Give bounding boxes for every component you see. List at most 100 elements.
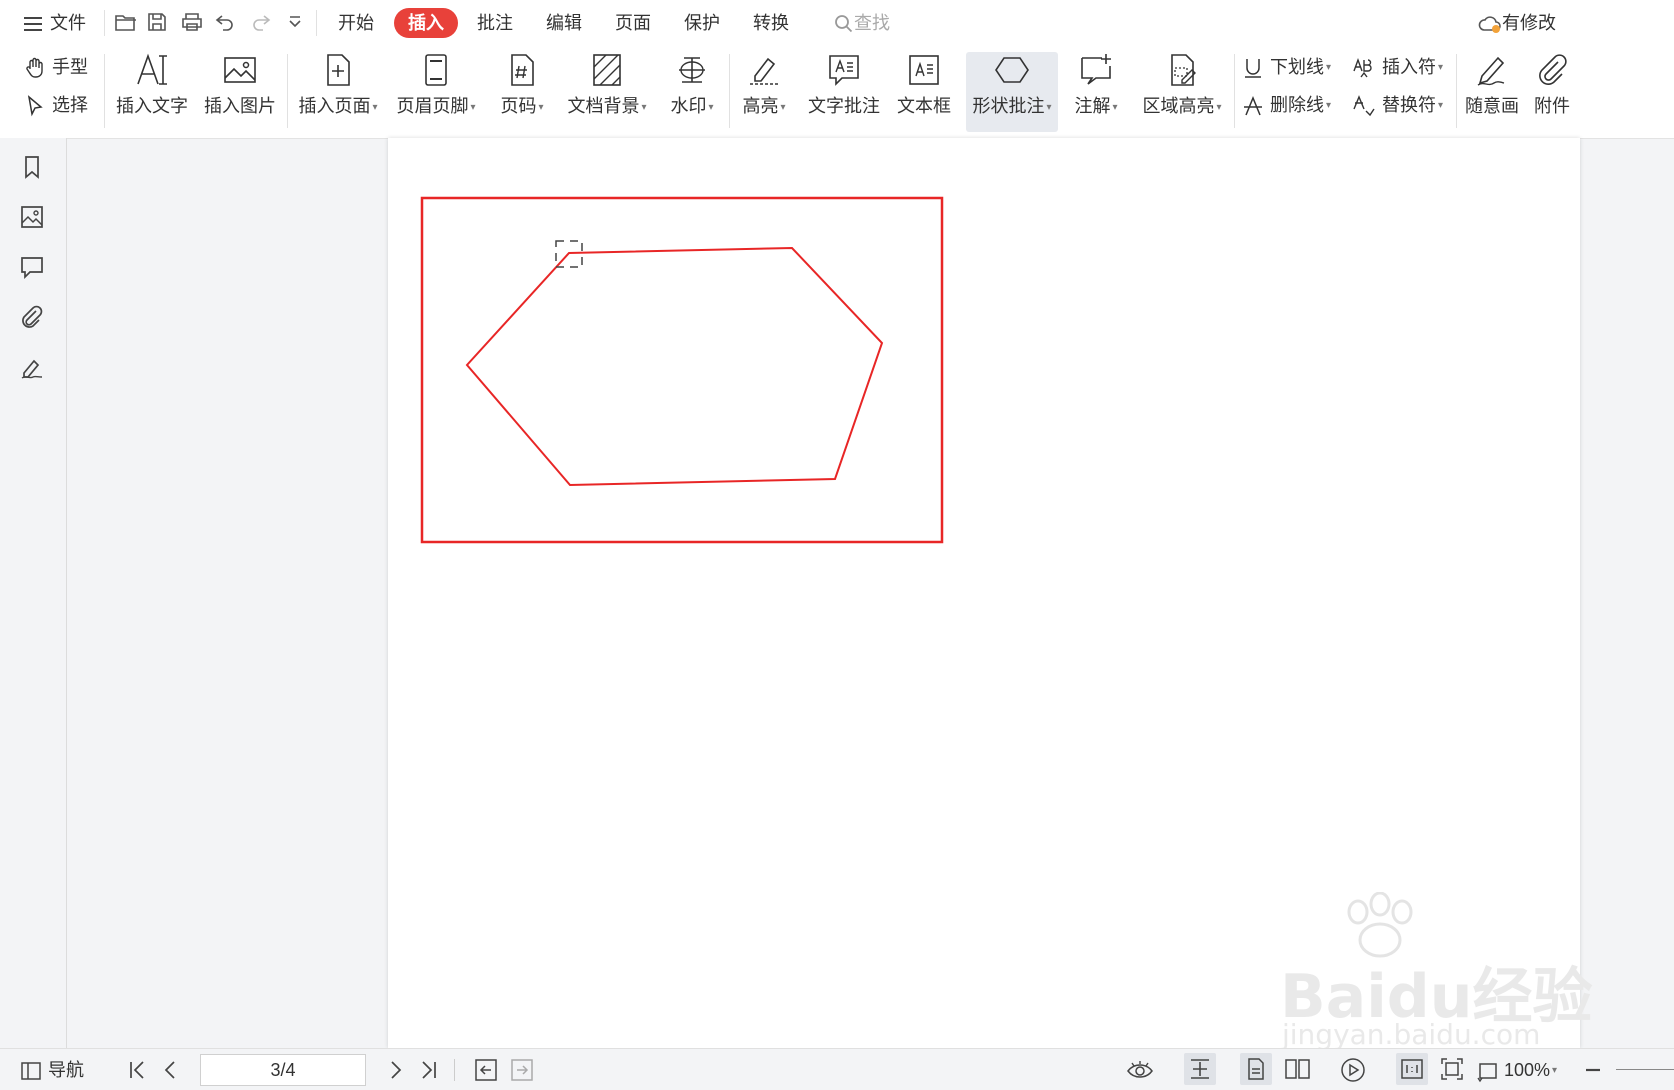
tab-page[interactable]: 页面 — [615, 8, 651, 38]
note-icon — [1081, 54, 1111, 85]
dropdown-caret-icon: ▾ — [1216, 101, 1222, 113]
nav-label: 导航 — [48, 1060, 84, 1080]
annotation-button[interactable]: 注解 ▾ — [1070, 52, 1122, 132]
dropdown-caret-icon: ▾ — [1552, 1065, 1558, 1077]
separator — [287, 54, 288, 128]
dropdown-caret-icon: ▾ — [708, 101, 714, 113]
insert-text-button[interactable]: 插入文字 — [116, 52, 188, 132]
signature-icon[interactable] — [18, 353, 46, 381]
strikethrough-label: 删除线 — [1270, 95, 1324, 115]
redo-icon[interactable] — [250, 11, 272, 33]
document-page[interactable] — [388, 138, 1580, 1048]
highlighter-icon — [750, 57, 778, 85]
nav-toggle[interactable]: 导航 — [20, 1056, 84, 1084]
doc-background-button[interactable]: 文档背景 ▾ — [564, 52, 650, 132]
rotate-icon — [1477, 1063, 1497, 1083]
separator — [104, 54, 105, 128]
underline-icon — [1245, 59, 1261, 78]
last-page-icon[interactable] — [418, 1059, 440, 1081]
file-menu[interactable]: 文件 — [22, 8, 86, 38]
previous-page-icon[interactable] — [160, 1059, 182, 1081]
dropdown-caret-icon: ▾ — [538, 101, 544, 113]
search-box[interactable]: 查找 — [834, 8, 890, 38]
insert-image-button[interactable]: 插入图片 — [204, 52, 276, 132]
page-number-button[interactable]: 页码 ▾ — [496, 52, 548, 132]
page-number-input[interactable]: 3/4 — [200, 1054, 366, 1086]
tab-comment[interactable]: 批注 — [477, 8, 513, 38]
text-comment-icon — [829, 55, 859, 86]
cloud-status[interactable]: 有修改 — [1478, 8, 1556, 38]
shape-comment-button[interactable]: 形状批注 ▾ — [966, 52, 1058, 132]
area-highlight-label: 区域高亮 — [1142, 96, 1215, 116]
replace-symbol-button[interactable]: 替换符 ▾ — [1352, 90, 1443, 120]
bookmark-icon[interactable] — [18, 153, 46, 181]
background-icon — [593, 54, 621, 86]
tab-protect[interactable]: 保护 — [684, 8, 720, 38]
text-comment-label: 文字批注 — [808, 96, 880, 116]
left-sidebar — [0, 138, 67, 1048]
save-icon[interactable] — [146, 11, 168, 33]
tab-edit[interactable]: 编辑 — [546, 8, 582, 38]
zoom-control[interactable]: 100% ▾ — [1476, 1056, 1557, 1084]
doc-background-label: 文档背景 — [567, 96, 640, 116]
hand-icon — [26, 58, 43, 78]
dropdown-caret-icon: ▾ — [1326, 62, 1332, 74]
highlight-button[interactable]: 高亮 ▾ — [738, 52, 790, 132]
tab-insert[interactable]: 插入 — [394, 8, 458, 38]
pointer-icon — [27, 95, 43, 117]
status-bar: 导航 3/4 100% ▾ — [0, 1048, 1674, 1090]
back-view-icon[interactable] — [474, 1058, 498, 1082]
text-box-button[interactable]: 文本框 — [896, 52, 952, 132]
insert-symbol-button[interactable]: 插入符 ▾ — [1352, 52, 1443, 82]
freehand-label: 随意画 — [1465, 96, 1519, 116]
insert-symbol-label: 插入符 — [1382, 57, 1436, 77]
annotation-label: 注解 — [1074, 96, 1111, 116]
underline-label: 下划线 — [1270, 57, 1324, 77]
text-comment-button[interactable]: 文字批注 — [808, 52, 880, 132]
open-folder-icon[interactable] — [114, 11, 138, 33]
page-number-label: 页码 — [500, 96, 537, 116]
area-highlight-button[interactable]: 区域高亮 ▾ — [1140, 52, 1224, 132]
annotation-layer — [420, 196, 944, 544]
select-tool-button[interactable]: 选择 — [24, 90, 88, 120]
underline-button[interactable]: 下划线 ▾ — [1242, 52, 1331, 82]
header-footer-button[interactable]: 页眉页脚 ▾ — [394, 52, 478, 132]
separator — [1234, 54, 1235, 128]
forward-view-icon[interactable] — [510, 1058, 534, 1082]
undo-icon[interactable] — [214, 11, 236, 33]
hamburger-icon — [24, 17, 42, 32]
insert-symbol-icon — [1353, 58, 1372, 78]
hand-tool-button[interactable]: 手型 — [24, 52, 88, 82]
first-page-icon[interactable] — [126, 1059, 148, 1081]
eye-protection-icon[interactable] — [1126, 1058, 1154, 1082]
attachment-button[interactable]: 附件 — [1532, 52, 1572, 132]
attachment-panel-icon[interactable] — [18, 303, 46, 331]
text-box-label: 文本框 — [897, 96, 951, 116]
watermark-button[interactable]: 水印 ▾ — [666, 52, 718, 132]
insert-page-button[interactable]: 插入页面 ▾ — [296, 52, 380, 132]
thumbnail-icon[interactable] — [18, 203, 46, 231]
comment-icon[interactable] — [18, 253, 46, 281]
hexagon-annotation[interactable] — [465, 246, 884, 487]
freehand-button[interactable]: 随意画 — [1462, 52, 1522, 132]
tab-convert[interactable]: 转换 — [753, 8, 789, 38]
replace-symbol-icon — [1353, 95, 1375, 117]
insert-image-label: 插入图片 — [204, 96, 276, 116]
fit-page-icon[interactable] — [1440, 1057, 1464, 1081]
search-placeholder: 查找 — [854, 13, 890, 33]
zoom-slider[interactable] — [1616, 1069, 1674, 1070]
tab-start[interactable]: 开始 — [338, 8, 374, 38]
zoom-out-icon[interactable] — [1582, 1059, 1604, 1081]
next-page-icon[interactable] — [384, 1059, 406, 1081]
two-page-icon[interactable] — [1284, 1057, 1312, 1081]
insert-text-icon — [137, 53, 167, 85]
separator — [729, 54, 730, 128]
customize-quick-access-icon[interactable] — [286, 13, 304, 31]
strikethrough-button[interactable]: 删除线 ▾ — [1242, 90, 1331, 120]
replace-symbol-label: 替换符 — [1382, 95, 1436, 115]
dropdown-caret-icon: ▾ — [1438, 62, 1444, 74]
print-icon[interactable] — [180, 11, 204, 33]
strikethrough-icon — [1244, 96, 1262, 116]
cloud-sync-icon — [1478, 16, 1501, 34]
play-icon[interactable] — [1340, 1057, 1366, 1083]
